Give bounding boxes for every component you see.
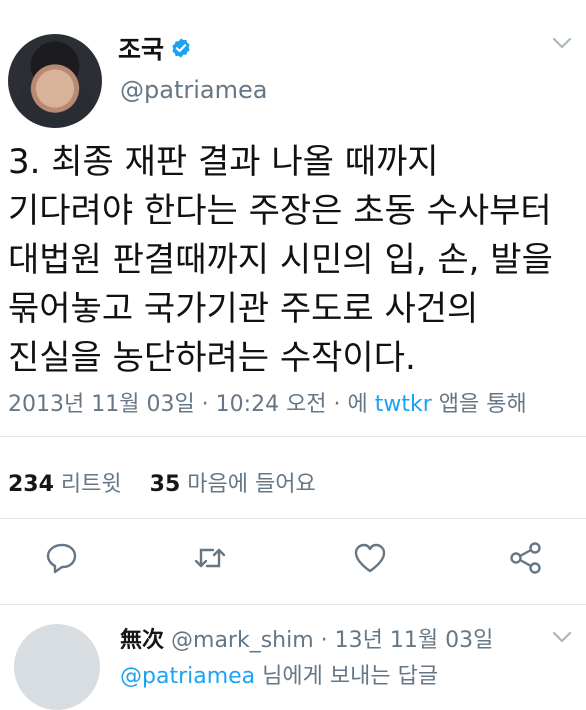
author-name[interactable]: 조국 [118, 30, 164, 66]
tweet-text: 3. 최종 재판 결과 나올 때까지 기다려야 한다는 주장은 초동 수사부터 … [8, 138, 578, 383]
chevron-down-icon[interactable] [552, 36, 572, 50]
chevron-down-icon[interactable] [552, 630, 572, 644]
tweet-text-line: 기다려야 한다는 주장은 초동 수사부터 [8, 191, 552, 231]
author-handle[interactable]: @patriamea [120, 76, 267, 104]
retweet-icon[interactable] [192, 540, 228, 576]
tweet-date[interactable]: 2013년 11월 03일 [8, 392, 195, 417]
verified-badge-icon [172, 38, 190, 58]
retweets-stat[interactable]: 234 리트윗 [8, 472, 122, 497]
reply-author-name[interactable]: 無次 [120, 628, 164, 653]
tweet-text-line: 3. 최종 재판 결과 나올 때까지 [8, 142, 439, 182]
reply-to-line: @patriamea 님에게 보내는 답글 [120, 664, 439, 689]
tweet-text-line: 대법원 판결때까지 시민의 입, 손, 발을 [8, 240, 553, 280]
reply-avatar[interactable] [14, 624, 100, 710]
tweet-text-line: 진실을 농단하려는 수작이다. [8, 338, 416, 378]
tweet-meta: 2013년 11월 03일 · 10:24 오전 · 에 twtkr 앱을 통해 [8, 392, 527, 417]
reply-author-handle[interactable]: @mark_shim [164, 628, 314, 653]
author-avatar[interactable] [8, 34, 102, 128]
author-name-row[interactable]: 조국 [118, 30, 192, 66]
divider [0, 436, 586, 437]
tweet-actions [0, 540, 586, 584]
share-icon[interactable] [508, 540, 544, 576]
reply-header: 無次 @mark_shim · 13년 11월 03일 [120, 622, 493, 654]
reply-date[interactable]: · 13년 11월 03일 [314, 628, 494, 653]
like-icon[interactable] [352, 540, 388, 576]
tweet-time[interactable]: 10:24 오전 [216, 392, 327, 417]
likes-stat[interactable]: 35 마음에 들어요 [150, 472, 316, 497]
via-app-link[interactable]: twtkr [375, 392, 432, 417]
reply-to-link[interactable]: @patriamea [120, 664, 255, 689]
tweet-text-line: 묶어놓고 국가기관 주도로 사건의 [8, 289, 479, 329]
tweet-stats: 234 리트윗 35 마음에 들어요 [8, 466, 316, 498]
divider [0, 518, 586, 519]
divider [0, 604, 586, 605]
reply-icon[interactable] [44, 540, 80, 576]
